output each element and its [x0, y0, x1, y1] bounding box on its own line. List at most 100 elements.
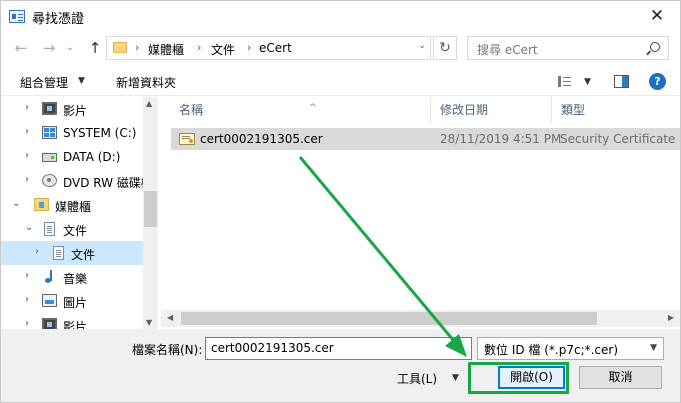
folder-icon [113, 42, 127, 53]
document-icon [44, 222, 55, 236]
nav-item-label: 影片 [63, 320, 88, 329]
new-folder-button[interactable]: 新增資料夾 [116, 74, 176, 91]
expand-chevron-icon[interactable]: › [25, 270, 29, 281]
organize-button[interactable]: 組合管理 [20, 74, 68, 91]
breadcrumb-documents[interactable]: 文件 [211, 41, 235, 58]
preview-pane-icon[interactable] [614, 75, 629, 88]
annotation-highlight-box [468, 362, 569, 394]
column-header-name[interactable]: 名稱 ^ [171, 97, 431, 123]
breadcrumb-separator[interactable]: › [247, 41, 251, 54]
help-icon[interactable]: ? [649, 73, 666, 90]
up-arrow-icon[interactable]: ↑ [85, 38, 105, 58]
video-icon [42, 318, 57, 329]
picture-icon [42, 294, 57, 307]
document-icon [53, 246, 64, 260]
nav-item-label: DATA (D:) [63, 150, 121, 164]
organize-dropdown-icon[interactable]: ▼ [78, 76, 85, 86]
nav-item-label: 圖片 [63, 296, 88, 310]
expand-chevron-icon[interactable]: › [25, 126, 29, 137]
scroll-down-arrow-icon[interactable]: ▼ [146, 318, 152, 327]
certificate-dialog-icon [9, 10, 25, 23]
command-toolbar: 組合管理 ▼ 新增資料夾 ▼ ? [1, 68, 680, 96]
nav-item-label: 媒體櫃 [55, 200, 92, 214]
nav-pane-scrollbar[interactable]: ▲ ▼ [143, 97, 158, 329]
address-bar[interactable]: › 媒體櫃 › 文件 › eCert ⌄ [106, 36, 431, 60]
file-modified-date: 28/11/2019 4:51 PM [440, 132, 562, 146]
filename-field[interactable]: cert0002191305.cer [205, 337, 472, 360]
forward-arrow-icon[interactable]: → [39, 38, 59, 58]
nav-item-videos[interactable]: › 影片 [1, 97, 143, 121]
filetype-select[interactable]: 數位 ID 檔 (*.p7c;*.cer) ▼ [477, 337, 664, 360]
expand-chevron-icon[interactable]: › [25, 102, 29, 113]
column-header-row: 名稱 ^ 修改日期 類型 [161, 97, 680, 123]
expand-chevron-icon[interactable]: › [25, 294, 29, 305]
music-icon [44, 270, 56, 283]
file-open-dialog: 尋找憑證 ✕ ← → ⌄ ↑ › 媒體櫃 › 文件 › eCert ⌄ ↻ 搜尋… [0, 0, 681, 403]
scrollbar-thumb[interactable] [181, 312, 597, 325]
nav-item-dvd-drive[interactable]: › DVD RW 磁碟機 [1, 169, 153, 193]
title-bar: 尋找憑證 ✕ [1, 1, 680, 32]
cancel-button[interactable]: 取消 [579, 366, 662, 389]
back-arrow-icon[interactable]: ← [11, 38, 31, 58]
tools-button[interactable]: 工具(L) [397, 370, 437, 387]
sort-ascending-icon: ^ [309, 103, 317, 113]
windows-drive-icon [42, 126, 57, 139]
breadcrumb-separator[interactable]: › [135, 41, 139, 54]
nav-item-libraries[interactable]: ⌄ 媒體櫃 [1, 193, 143, 217]
expand-chevron-icon[interactable]: › [25, 318, 29, 329]
file-row[interactable]: cert0002191305.cer 28/11/2019 4:51 PM Se… [171, 128, 680, 150]
search-input[interactable]: 搜尋 eCert [467, 36, 669, 60]
nav-item-documents-folder[interactable]: › 文件 [1, 241, 143, 265]
filename-label: 檔案名稱(N): [132, 343, 203, 357]
nav-item-pictures[interactable]: › 圖片 [1, 289, 143, 313]
column-header-date-modified[interactable]: 修改日期 [432, 97, 552, 123]
breadcrumb-separator[interactable]: › [197, 41, 201, 54]
collapse-chevron-icon[interactable]: ⌄ [25, 222, 33, 233]
scroll-right-arrow-icon[interactable]: ▶ [668, 313, 674, 322]
filetype-value: 數位 ID 檔 (*.p7c;*.cer) [484, 343, 619, 357]
expand-chevron-icon[interactable]: › [25, 150, 29, 161]
recent-locations-chevron-icon[interactable]: ⌄ [64, 38, 76, 58]
window-title: 尋找憑證 [32, 12, 85, 27]
nav-item-label: 文件 [71, 248, 96, 262]
filename-value[interactable]: cert0002191305.cer [211, 341, 334, 355]
nav-item-data-drive[interactable]: › DATA (D:) [1, 145, 143, 169]
breadcrumb-media-library[interactable]: 媒體櫃 [148, 41, 184, 58]
chevron-down-icon[interactable]: ▼ [650, 343, 657, 353]
view-dropdown-icon[interactable]: ▼ [584, 77, 591, 87]
nav-item-videos-library[interactable]: › 影片 [1, 313, 143, 329]
nav-item-system-drive[interactable]: › SYSTEM (C:) [1, 121, 143, 145]
search-placeholder: 搜尋 eCert [477, 43, 538, 57]
nav-item-label: 影片 [63, 104, 88, 118]
video-icon [42, 102, 57, 115]
collapse-chevron-icon[interactable]: ⌄ [12, 198, 20, 209]
nav-item-music[interactable]: › 音樂 [1, 265, 143, 289]
dialog-footer: 檔案名稱(N): cert0002191305.cer 數位 ID 檔 (*.p… [1, 329, 680, 402]
scroll-left-arrow-icon[interactable]: ◀ [167, 313, 173, 322]
nav-item-documents-library[interactable]: ⌄ 文件 [1, 217, 143, 241]
close-button[interactable]: ✕ [634, 1, 680, 32]
file-name: cert0002191305.cer [200, 132, 323, 146]
tools-dropdown-icon[interactable]: ▼ [452, 373, 459, 383]
column-header-label: 修改日期 [440, 103, 489, 117]
scrollbar-thumb[interactable] [144, 191, 157, 227]
navigation-pane: › 影片 › SYSTEM (C:) › DATA (D:) › DVD RW … [1, 97, 158, 329]
column-header-type[interactable]: 類型 [553, 97, 673, 123]
address-dropdown-icon[interactable]: ⌄ [418, 41, 426, 51]
view-details-icon[interactable] [558, 76, 572, 87]
column-header-label: 名稱 [179, 103, 204, 117]
certificate-icon [179, 133, 195, 145]
refresh-icon[interactable]: ↻ [433, 36, 457, 60]
expand-chevron-icon[interactable]: › [35, 246, 39, 257]
expand-chevron-icon[interactable]: › [25, 174, 29, 185]
breadcrumb-ecert[interactable]: eCert [259, 41, 292, 55]
nav-item-label: 音樂 [63, 272, 88, 286]
nav-item-label: SYSTEM (C:) [63, 126, 137, 140]
search-icon [650, 42, 660, 52]
file-list: 名稱 ^ 修改日期 類型 cert0002191305.cer 28/11/20… [161, 97, 680, 329]
drive-icon [42, 153, 57, 162]
scroll-up-arrow-icon[interactable]: ▲ [146, 99, 152, 108]
library-folder-icon [34, 198, 49, 211]
nav-item-label: 文件 [63, 224, 88, 238]
file-list-horizontal-scrollbar[interactable]: ◀ ▶ [161, 310, 680, 327]
